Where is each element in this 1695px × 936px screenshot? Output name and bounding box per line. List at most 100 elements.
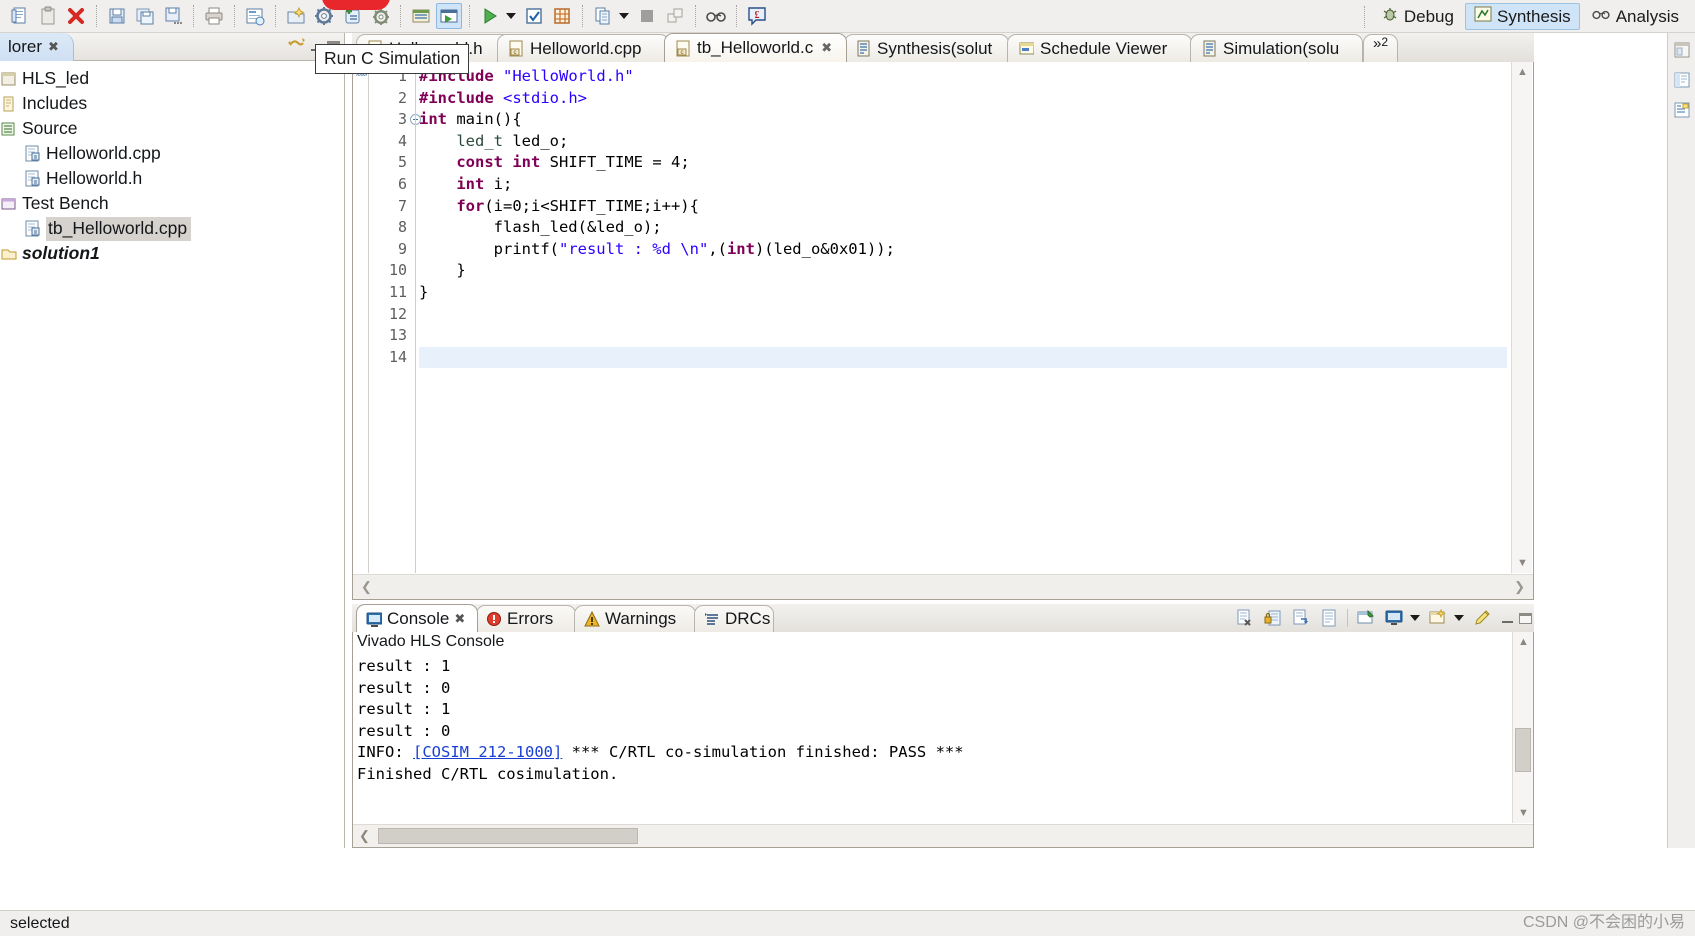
code-line[interactable]: for(i=0;i<SHIFT_TIME;i++){ (419, 196, 1507, 218)
license-icon[interactable]: £ (744, 3, 770, 29)
new-console-icon[interactable] (1425, 605, 1451, 631)
page-icon[interactable] (1316, 605, 1342, 631)
delete-icon[interactable] (63, 3, 89, 29)
code-line[interactable]: int main(){ (419, 109, 1507, 131)
console-line: result : 0 (357, 678, 451, 697)
scroll-left-icon[interactable]: ❮ (361, 579, 372, 595)
tree-item-test-bench[interactable]: Test Bench (0, 191, 344, 216)
open-project-icon[interactable] (242, 3, 268, 29)
close-icon[interactable]: ✖ (48, 39, 59, 55)
cpp-file-icon (24, 170, 42, 188)
scroll-up-icon[interactable]: ▲ (1512, 62, 1533, 82)
pencil-icon[interactable] (1469, 605, 1495, 631)
console-vertical-thumb[interactable] (1515, 728, 1531, 772)
tree-item-tb-helloworld-cpp[interactable]: tb_Helloworld.cpp (0, 216, 344, 241)
console-vertical-scrollbar[interactable]: ▲ ▼ (1512, 632, 1533, 823)
tree-item-includes[interactable]: Includes (0, 91, 344, 116)
perspective-debug[interactable]: Debug (1372, 3, 1463, 30)
code-line[interactable]: led_t led_o; (419, 131, 1507, 153)
open-console-dropdown-arrow-icon[interactable] (1452, 605, 1466, 631)
code-editor[interactable]: 1 2 3 4 5 6 7 8 9 10 11 12 13 14 #include "HelloWorld… (352, 62, 1534, 600)
console-scroll-left-icon[interactable]: ❮ (359, 828, 370, 844)
save-all-icon[interactable] (132, 3, 158, 29)
perspective-analysis[interactable]: Analysis (1582, 3, 1688, 30)
console-scroll-up-icon[interactable]: ▲ (1513, 632, 1534, 652)
run-c-synthesis-icon[interactable] (408, 3, 434, 29)
code-line[interactable]: flash_led(&led_o); (419, 217, 1507, 239)
tree-item-label: solution1 (22, 243, 100, 263)
link-with-editor-icon[interactable] (287, 35, 306, 57)
outline-view-icon[interactable] (1669, 67, 1695, 93)
tree-item-source[interactable]: Source (0, 116, 344, 141)
explorer-view-icon[interactable] (1669, 97, 1695, 123)
compare-reports-icon[interactable] (590, 3, 616, 29)
scroll-down-icon[interactable]: ▼ (1512, 553, 1533, 573)
console-scroll-down-icon[interactable]: ▼ (1513, 803, 1534, 823)
code-line[interactable]: const int SHIFT_TIME = 4; (419, 152, 1507, 174)
close-icon[interactable]: ✖ (454, 611, 465, 627)
editor-tab-tb-helloworld-c[interactable]: c tb_Helloworld.c ✖ (664, 33, 847, 62)
restore-perspective-icon[interactable] (1669, 37, 1695, 63)
monitor-icon[interactable] (1381, 605, 1407, 631)
run-c-simulation-icon[interactable] (436, 3, 462, 29)
code-line[interactable]: #include "HelloWorld.h" (419, 66, 1507, 88)
scroll-lock-icon[interactable] (1288, 605, 1314, 631)
export-rtl-grid-icon[interactable] (549, 3, 575, 29)
pin-console-icon[interactable] (1353, 605, 1379, 631)
tree-item-solution1[interactable]: solution1 (0, 241, 344, 266)
code-line[interactable]: } (419, 260, 1507, 282)
code-line[interactable] (419, 325, 1507, 347)
perspective-synthesis[interactable]: Synthesis (1464, 3, 1580, 30)
open-resource-icon[interactable] (662, 3, 688, 29)
new-icon[interactable] (7, 3, 33, 29)
new-solution-icon[interactable] (283, 3, 309, 29)
paste-icon[interactable] (35, 3, 61, 29)
code-content[interactable]: #include "HelloWorld.h" #include <stdio.h… (419, 66, 1507, 573)
lock-scroll-icon[interactable] (1260, 605, 1286, 631)
code-line[interactable]: } (419, 282, 1507, 304)
console-minimize-icon[interactable] (1502, 620, 1513, 623)
tree-item-helloworld-cpp[interactable]: Helloworld.cpp (0, 141, 344, 166)
editor-tab-schedule-viewer[interactable]: Schedule Viewer (1007, 34, 1192, 62)
editor-tab-synthesis-solut[interactable]: Synthesis(solut (844, 34, 1009, 62)
display-dropdown-arrow-icon[interactable] (1408, 605, 1422, 631)
close-icon[interactable]: ✖ (821, 40, 832, 56)
code-line[interactable]: printf("result : %d \n",(int)(led_o&0x01… (419, 239, 1507, 261)
print-icon[interactable] (201, 3, 227, 29)
run-dropdown-arrow-icon[interactable] (504, 3, 518, 29)
console-link[interactable]: [COSIM 212-1000] (413, 743, 562, 761)
console-tab-warnings[interactable]: Warnings (574, 605, 696, 632)
stop-icon[interactable] (634, 3, 660, 29)
editor-tab-overflow[interactable]: » 2 (1363, 34, 1399, 62)
code-line[interactable] (419, 346, 1507, 369)
code-line[interactable]: #include <stdio.h> (419, 88, 1507, 110)
editor-marker-bar[interactable] (353, 62, 369, 573)
editor-tab-simulation-solu[interactable]: Simulation(solu (1190, 34, 1363, 62)
console-tab-errors[interactable]: Errors (476, 605, 576, 632)
tab-explorer[interactable]: lorer ✖ (0, 33, 74, 61)
save-icon[interactable] (104, 3, 130, 29)
clear-console-icon[interactable] (1232, 605, 1258, 631)
editor-vertical-scrollbar[interactable]: ▲ ▼ (1511, 62, 1532, 573)
console-tab-console[interactable]: Console ✖ (356, 604, 478, 632)
editor-horizontal-scrollbar[interactable]: ❮ ❯ (353, 574, 1533, 599)
code-line[interactable] (419, 304, 1507, 326)
tree-item-hls-led[interactable]: HLS_led (0, 66, 344, 91)
editor-tab-helloworld-cpp[interactable]: c Helloworld.cpp (497, 34, 669, 62)
console-horizontal-scrollbar[interactable]: ❮ (353, 824, 1533, 847)
save-as-icon[interactable] (160, 3, 186, 29)
toolbar-separator (695, 5, 696, 27)
console-horizontal-thumb[interactable] (377, 828, 638, 844)
console-maximize-icon[interactable] (1519, 612, 1532, 624)
svg-text:c: c (514, 50, 517, 56)
analysis-glasses-icon[interactable] (703, 3, 729, 29)
validate-checkbox-icon[interactable] (521, 3, 547, 29)
compare-dropdown-arrow-icon[interactable] (617, 3, 631, 29)
console-output[interactable]: result : 1 result : 0 result : 1 result : 0… (357, 656, 1511, 823)
run-play-icon[interactable] (477, 3, 503, 29)
scroll-right-icon[interactable]: ❯ (1514, 579, 1525, 595)
tree-item-helloworld-h[interactable]: Helloworld.h (0, 166, 344, 191)
line-number: 10 (388, 261, 407, 280)
code-line[interactable]: int i; (419, 174, 1507, 196)
console-tab-drcs[interactable]: DRCs (694, 605, 774, 632)
